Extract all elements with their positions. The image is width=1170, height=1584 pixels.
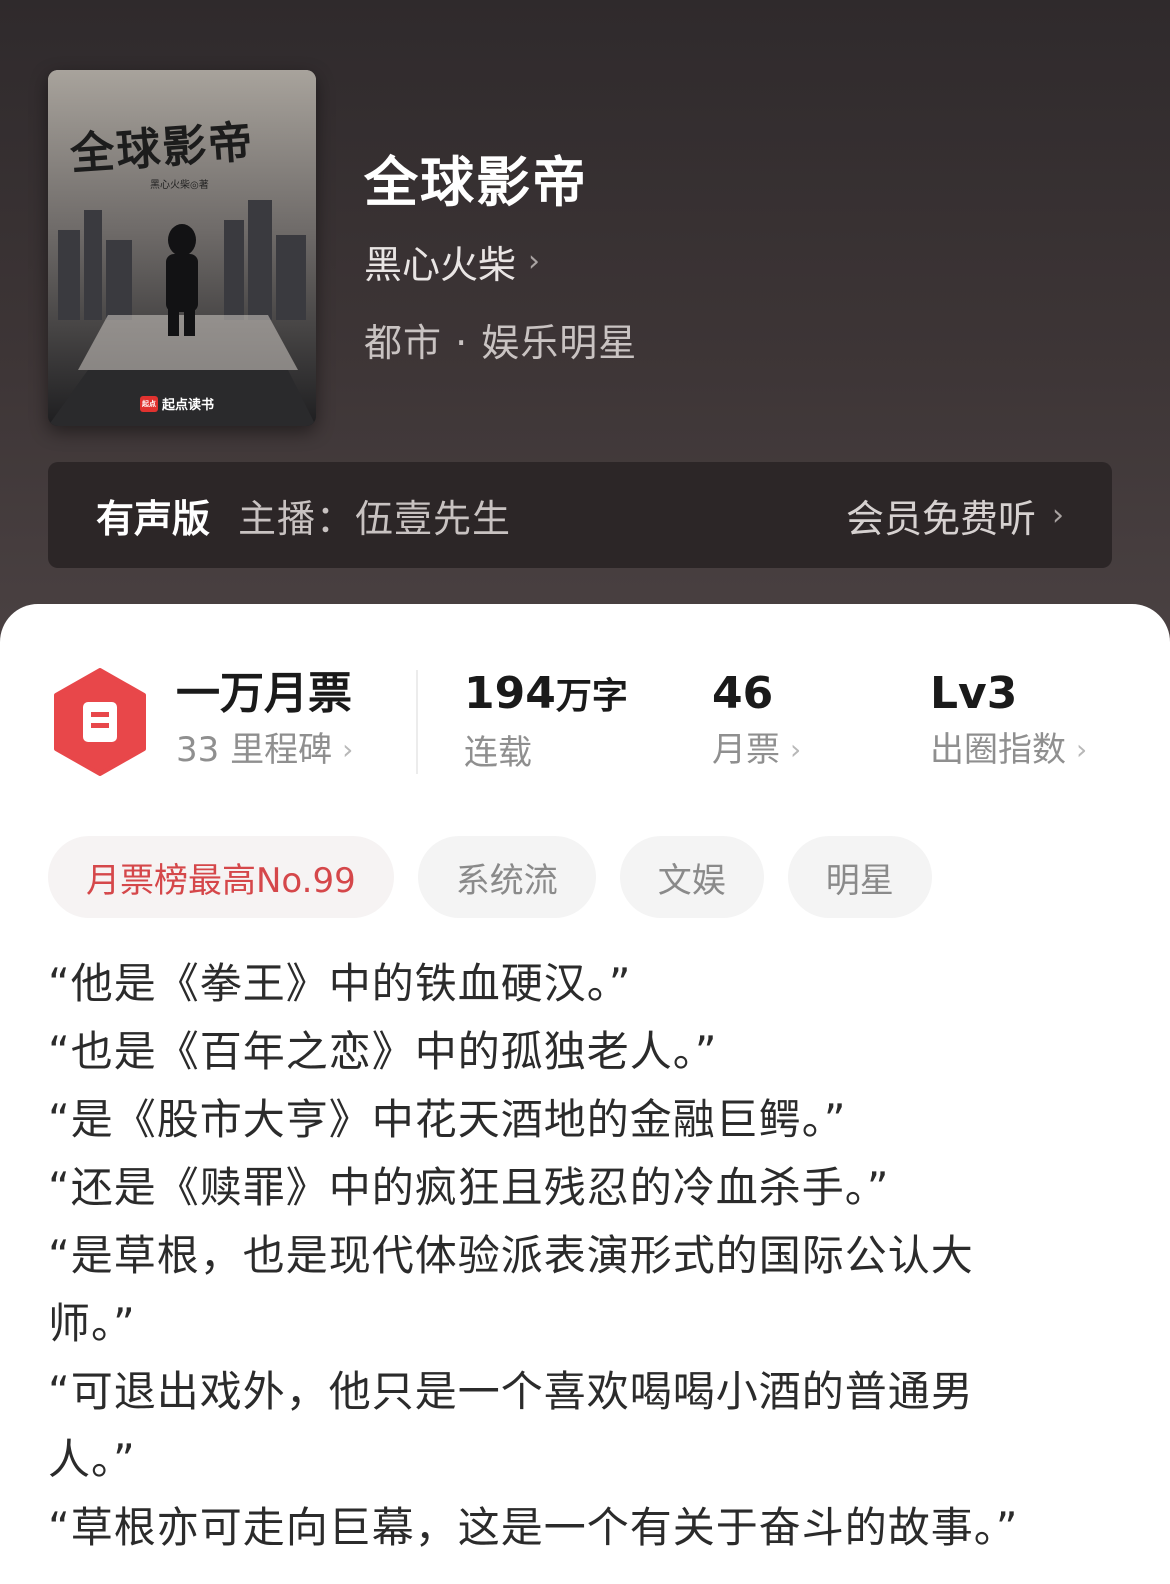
listen-free-label: 会员免费听 — [845, 496, 1036, 541]
stat-milestone-label-row: 33 里程碑 › — [176, 720, 353, 780]
book-detail-sheet: 一万月票 33 里程碑 › 194万字 连载 46 月票 › Lv3 出圈指数 — [0, 604, 1170, 1584]
publisher-logo: 起点 起点读书 — [140, 394, 214, 413]
stat-status-label: 连载 — [464, 733, 532, 773]
book-cover[interactable]: 全球影帝 黑心火柴◎著 起点 起点读书 — [48, 70, 316, 426]
stat-word-count-value: 194 — [464, 668, 556, 719]
synopsis-line: “草根亦可走向巨幕，这是一个有关于奋斗的故事。” — [48, 1503, 1019, 1552]
tag-list: 月票榜最高No.99 系统流 文娱 明星 — [48, 836, 932, 918]
chevron-right-icon: › — [1052, 497, 1064, 533]
synopsis-line: “可退出戏外，他只是一个喜欢喝喝小酒的普通男 — [48, 1367, 974, 1416]
synopsis-line: “是《股市大亨》中花天酒地的金融巨鳄。” — [48, 1095, 847, 1144]
ticket-badge-icon — [54, 668, 146, 776]
stat-monthly-tickets-value: 46 — [712, 668, 774, 719]
tag-ranking[interactable]: 月票榜最高No.99 — [48, 836, 394, 918]
chevron-right-icon: › — [528, 244, 541, 279]
chevron-right-icon: › — [790, 733, 802, 766]
publisher-mark-icon: 起点 — [140, 395, 158, 412]
stat-popularity-value: Lv3 — [930, 668, 1018, 719]
stat-word-count-unit: 万字 — [555, 676, 628, 717]
synopsis-line: 人。” — [48, 1435, 136, 1484]
cover-title: 全球影帝 — [68, 116, 256, 181]
book-header: 全球影帝 黑心火柴◎著 起点 起点读书 全球影帝 黑心火柴 › 都市 · 娱乐明… — [0, 0, 1170, 640]
listen-free-button[interactable]: 会员免费听 › — [846, 488, 1064, 543]
synopsis-line: 师。” — [48, 1299, 136, 1348]
audio-edition-bar[interactable]: 有声版 主播：伍壹先生 会员免费听 › — [48, 462, 1112, 568]
book-title: 全球影帝 — [364, 151, 588, 214]
stat-monthly-tickets-label: 月票 — [712, 730, 780, 770]
stats-divider — [416, 670, 418, 774]
author-name: 黑心火柴 — [364, 243, 517, 287]
synopsis-line: “也是《百年之恋》中的孤独老人。” — [48, 1027, 718, 1076]
synopsis-line: “他是《拳王》中的铁血硬汉。” — [48, 959, 632, 1008]
chevron-right-icon: › — [1076, 733, 1088, 766]
stat-milestone[interactable]: 一万月票 33 里程碑 › — [176, 668, 353, 780]
book-category[interactable]: 都市 · 娱乐明星 — [364, 312, 637, 367]
publisher-name: 起点读书 — [162, 398, 215, 413]
audio-host: 主播：伍壹先生 — [238, 496, 512, 541]
synopsis-line: “是草根，也是现代体验派表演形式的国际公认大 — [48, 1231, 974, 1280]
author-link[interactable]: 黑心火柴 › — [364, 234, 540, 289]
stat-milestone-value: 一万月票 — [176, 668, 352, 719]
tag-item[interactable]: 系统流 — [417, 836, 596, 918]
book-synopsis[interactable]: “他是《拳王》中的铁血硬汉。” “也是《百年之恋》中的孤独老人。” “是《股市大… — [48, 950, 1048, 1562]
cover-author: 黑心火柴◎著 — [150, 180, 209, 191]
audio-edition-label: 有声版 — [96, 496, 211, 541]
tag-item[interactable]: 明星 — [787, 836, 932, 918]
synopsis-line: “还是《赎罪》中的疯狂且残忍的冷血杀手。” — [48, 1163, 890, 1212]
stat-popularity-label: 出圈指数 — [930, 730, 1066, 770]
stat-word-count: 194万字 连载 — [464, 668, 628, 783]
stats-row: 一万月票 33 里程碑 › 194万字 连载 46 月票 › Lv3 出圈指数 — [52, 668, 1132, 780]
stat-monthly-tickets[interactable]: 46 月票 › — [712, 668, 801, 780]
tag-item[interactable]: 文娱 — [619, 836, 764, 918]
stat-milestone-label: 33 里程碑 — [176, 730, 333, 770]
stat-popularity-index[interactable]: Lv3 出圈指数 › — [930, 668, 1087, 780]
chevron-right-icon: › — [342, 733, 354, 766]
